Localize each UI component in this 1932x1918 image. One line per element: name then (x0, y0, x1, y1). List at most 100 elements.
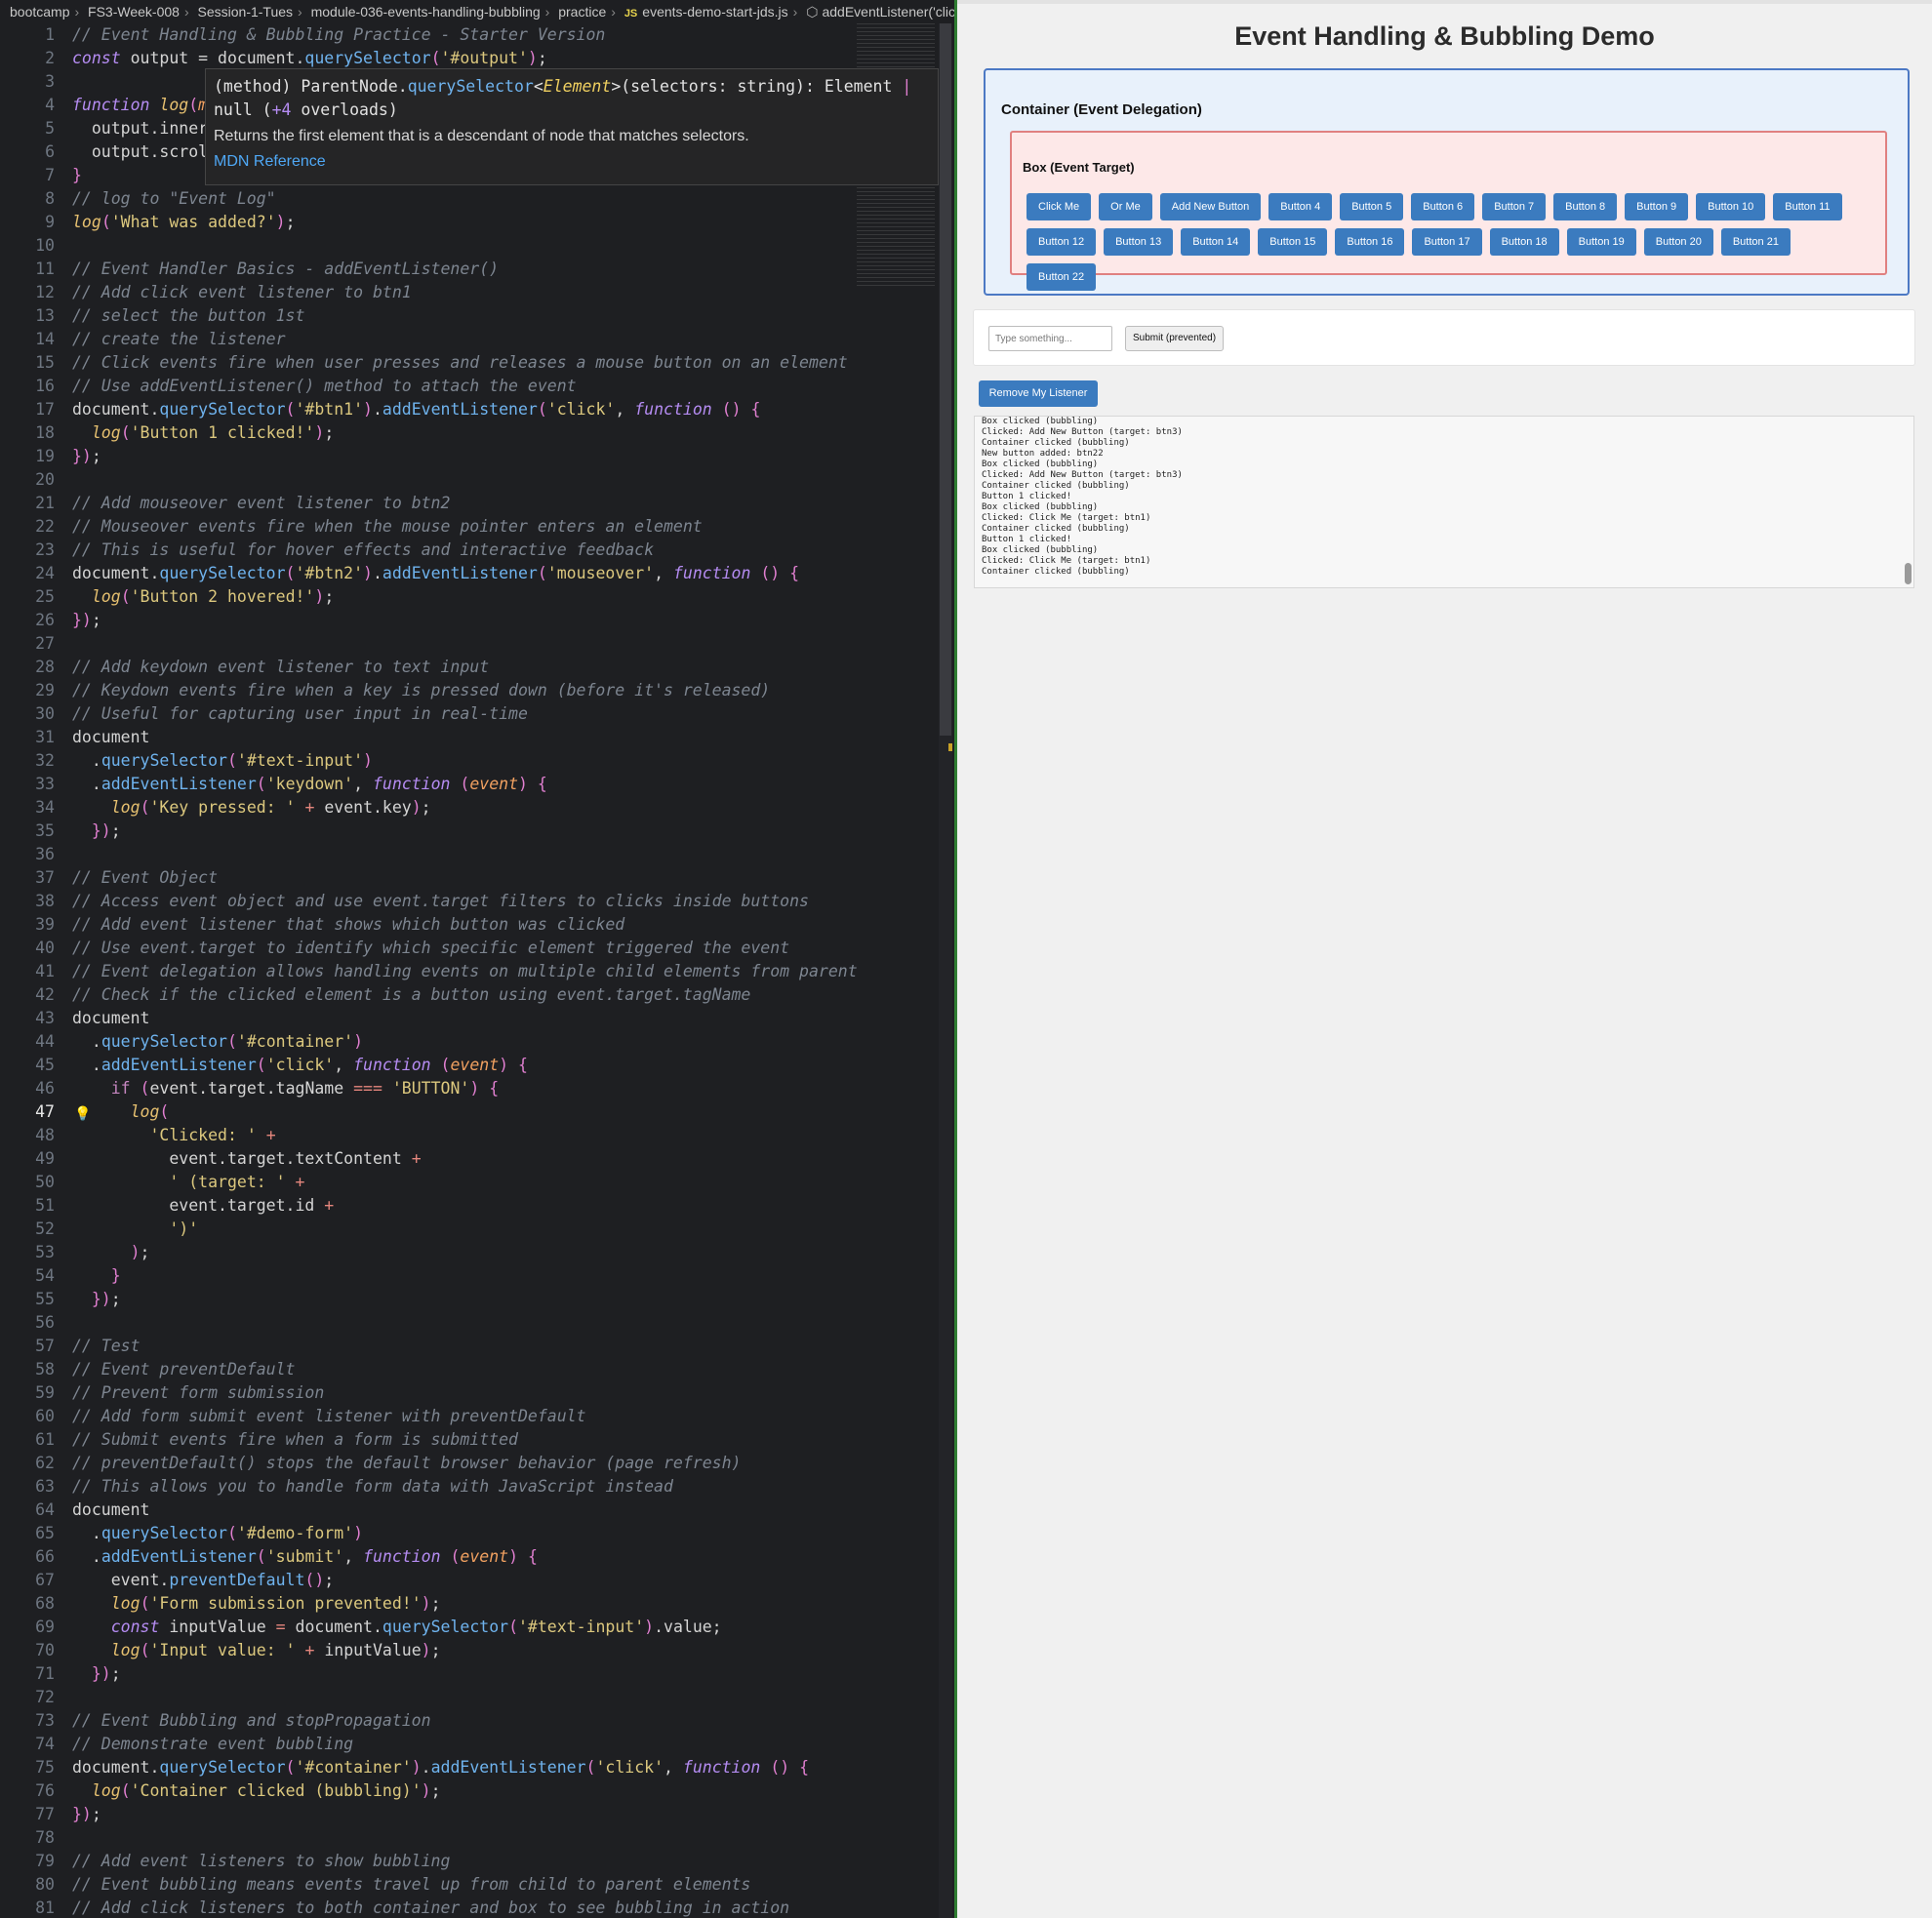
code-line[interactable]: 70 log('Input value: ' + inputValue); (0, 1639, 937, 1662)
event-container[interactable]: Container (Event Delegation) Box (Event … (984, 68, 1910, 296)
code-line[interactable]: 54 } (0, 1264, 937, 1288)
code-line[interactable]: 8 // log to "Event Log" (0, 187, 937, 211)
code-line[interactable]: 43 document (0, 1007, 937, 1030)
code-line[interactable]: 27 (0, 632, 937, 656)
code-line[interactable]: 51 event.target.id + (0, 1194, 937, 1218)
demo-button[interactable]: Button 8 (1553, 193, 1618, 220)
code-line[interactable]: 49 event.target.textContent + (0, 1147, 937, 1171)
breadcrumb-symbol[interactable]: addEventListener('click (822, 4, 959, 20)
code-line[interactable]: 30 // Useful for capturing user input in … (0, 702, 937, 726)
demo-button[interactable]: Button 9 (1625, 193, 1689, 220)
breadcrumb-item[interactable]: Session-1-Tues (198, 4, 294, 20)
code-line[interactable]: 44 .querySelector('#container') (0, 1030, 937, 1054)
demo-button[interactable]: Button 12 (1026, 228, 1097, 256)
code-line[interactable]: 12 // Add click event listener to btn1 (0, 281, 937, 304)
code-line[interactable]: 47 💡 log( (0, 1100, 937, 1124)
event-log[interactable]: Box clicked (bubbling) Clicked: Add New … (974, 416, 1914, 588)
code-line[interactable]: 57 // Test (0, 1335, 937, 1358)
event-box[interactable]: Box (Event Target) Click Me Or Me Add Ne… (1010, 131, 1887, 291)
code-line[interactable]: 69 const inputValue = document.querySele… (0, 1616, 937, 1639)
code-line[interactable]: 46 if (event.target.tagName === 'BUTTON'… (0, 1077, 937, 1100)
code-line[interactable]: 32 .querySelector('#text-input') (0, 749, 937, 773)
breadcrumb-file[interactable]: events-demo-start-jds.js (642, 4, 787, 20)
demo-button[interactable]: Button 15 (1258, 228, 1328, 256)
submit-button[interactable]: Submit (prevented) (1125, 326, 1225, 351)
editor-scrollbar-thumb[interactable] (940, 23, 951, 736)
demo-button[interactable]: Button 22 (1026, 263, 1097, 291)
code-line[interactable]: 14 // create the listener (0, 328, 937, 351)
code-line[interactable]: 36 (0, 843, 937, 866)
code-line[interactable]: 74 // Demonstrate event bubbling (0, 1733, 937, 1756)
code-line[interactable]: 79 // Add event listeners to show bubblin… (0, 1850, 937, 1873)
text-input[interactable] (988, 326, 1112, 351)
code-line[interactable]: 35 }); (0, 819, 937, 843)
demo-button[interactable]: Button 11 (1773, 193, 1842, 220)
code-line[interactable]: 28 // Add keydown event listener to text … (0, 656, 937, 679)
code-line[interactable]: 21 // Add mouseover event listener to btn… (0, 492, 937, 515)
log-scrollbar-thumb[interactable] (1905, 563, 1912, 584)
code-line[interactable]: 2 const output = document.querySelector('… (0, 47, 937, 70)
breadcrumb-item[interactable]: FS3-Week-008 (88, 4, 180, 20)
demo-button[interactable]: Button 20 (1643, 228, 1713, 256)
demo-button[interactable]: Button 18 (1489, 228, 1559, 256)
code-line[interactable]: 45 .addEventListener('click', function (… (0, 1054, 937, 1077)
code-line[interactable]: 10 (0, 234, 937, 258)
breadcrumb-item[interactable]: module-036-events-handling-bubbling (311, 4, 541, 20)
code-line[interactable]: 62 // preventDefault() stops the default … (0, 1452, 937, 1475)
code-line[interactable]: 72 (0, 1686, 937, 1709)
code-line[interactable]: 40 // Use event.target to identify which … (0, 937, 937, 960)
code-line[interactable]: 38 // Access event object and use event.t… (0, 890, 937, 913)
demo-button[interactable]: Button 10 (1696, 193, 1766, 220)
code-line[interactable]: 13 // select the button 1st (0, 304, 937, 328)
code-line[interactable]: 73 // Event Bubbling and stopPropagation (0, 1709, 937, 1733)
code-line[interactable]: 68 log('Form submission prevented!'); (0, 1592, 937, 1616)
mdn-reference-link[interactable]: MDN Reference (214, 153, 930, 171)
code-line[interactable]: 17 document.querySelector('#btn1').addEve… (0, 398, 937, 421)
code-line[interactable]: 11 // Event Handler Basics - addEventList… (0, 258, 937, 281)
code-line[interactable]: 56 (0, 1311, 937, 1335)
code-line[interactable]: 65 .querySelector('#demo-form') (0, 1522, 937, 1545)
code-line[interactable]: 41 // Event delegation allows handling ev… (0, 960, 937, 983)
demo-button[interactable]: Button 17 (1412, 228, 1482, 256)
code-line[interactable]: 71 }); (0, 1662, 937, 1686)
code-line[interactable]: 77}); (0, 1803, 937, 1826)
code-line[interactable]: 75 document.querySelector('#container').a… (0, 1756, 937, 1779)
code-line[interactable]: 16 // Use addEventListener() method to at… (0, 375, 937, 398)
code-line[interactable]: 76 log('Container clicked (bubbling)'); (0, 1779, 937, 1803)
code-line[interactable]: 20 (0, 468, 937, 492)
demo-button[interactable]: Or Me (1099, 193, 1152, 220)
lightbulb-icon[interactable]: 💡 (74, 1102, 91, 1126)
code-line[interactable]: 67 event.preventDefault(); (0, 1569, 937, 1592)
demo-button[interactable]: Button 5 (1340, 193, 1404, 220)
code-line[interactable]: 24 document.querySelector('#btn2').addEve… (0, 562, 937, 585)
code-line[interactable]: 34 log('Key pressed: ' + event.key); (0, 796, 937, 819)
code-line[interactable]: 81 // Add click listeners to both contain… (0, 1897, 937, 1918)
code-line[interactable]: 55 }); (0, 1288, 937, 1311)
code-editor[interactable]: bootcamp › FS3-Week-008 › Session-1-Tues › … (0, 0, 959, 1918)
code-lines[interactable]: 1 // Event Handling & Bubbling Practice -… (0, 23, 937, 1918)
demo-button[interactable]: Button 6 (1411, 193, 1475, 220)
code-line[interactable]: 59 // Prevent form submission (0, 1381, 937, 1405)
demo-button[interactable]: Click Me (1026, 193, 1092, 220)
code-line[interactable]: 63 // This allows you to handle form data… (0, 1475, 937, 1498)
code-line[interactable]: 18 log('Button 1 clicked!'); (0, 421, 937, 445)
code-line[interactable]: 58 // Event preventDefault (0, 1358, 937, 1381)
code-line[interactable]: 39 // Add event listener that shows which… (0, 913, 937, 937)
demo-button[interactable]: Button 19 (1566, 228, 1636, 256)
code-line[interactable]: 42 // Check if the clicked element is a b… (0, 983, 937, 1007)
code-line[interactable]: 31 document (0, 726, 937, 749)
code-line[interactable]: 48 'Clicked: ' + (0, 1124, 937, 1147)
code-line[interactable]: 61 // Submit events fire when a form is s… (0, 1428, 937, 1452)
add-new-button[interactable]: Add New Button (1159, 193, 1262, 220)
code-line[interactable]: 19}); (0, 445, 937, 468)
code-line[interactable]: 22 // Mouseover events fire when the mous… (0, 515, 937, 539)
breadcrumb-item[interactable]: bootcamp (10, 4, 69, 20)
code-line[interactable]: 33 .addEventListener('keydown', function… (0, 773, 937, 796)
demo-button[interactable]: Button 21 (1720, 228, 1791, 256)
code-line[interactable]: 15 // Click events fire when user presses… (0, 351, 937, 375)
code-line[interactable]: 78 (0, 1826, 937, 1850)
demo-button[interactable]: Button 14 (1181, 228, 1251, 256)
code-line[interactable]: 80 // Event bubbling means events travel … (0, 1873, 937, 1897)
code-line[interactable]: 60 // Add form submit event listener with… (0, 1405, 937, 1428)
remove-listener-button[interactable]: Remove My Listener (979, 380, 1098, 407)
